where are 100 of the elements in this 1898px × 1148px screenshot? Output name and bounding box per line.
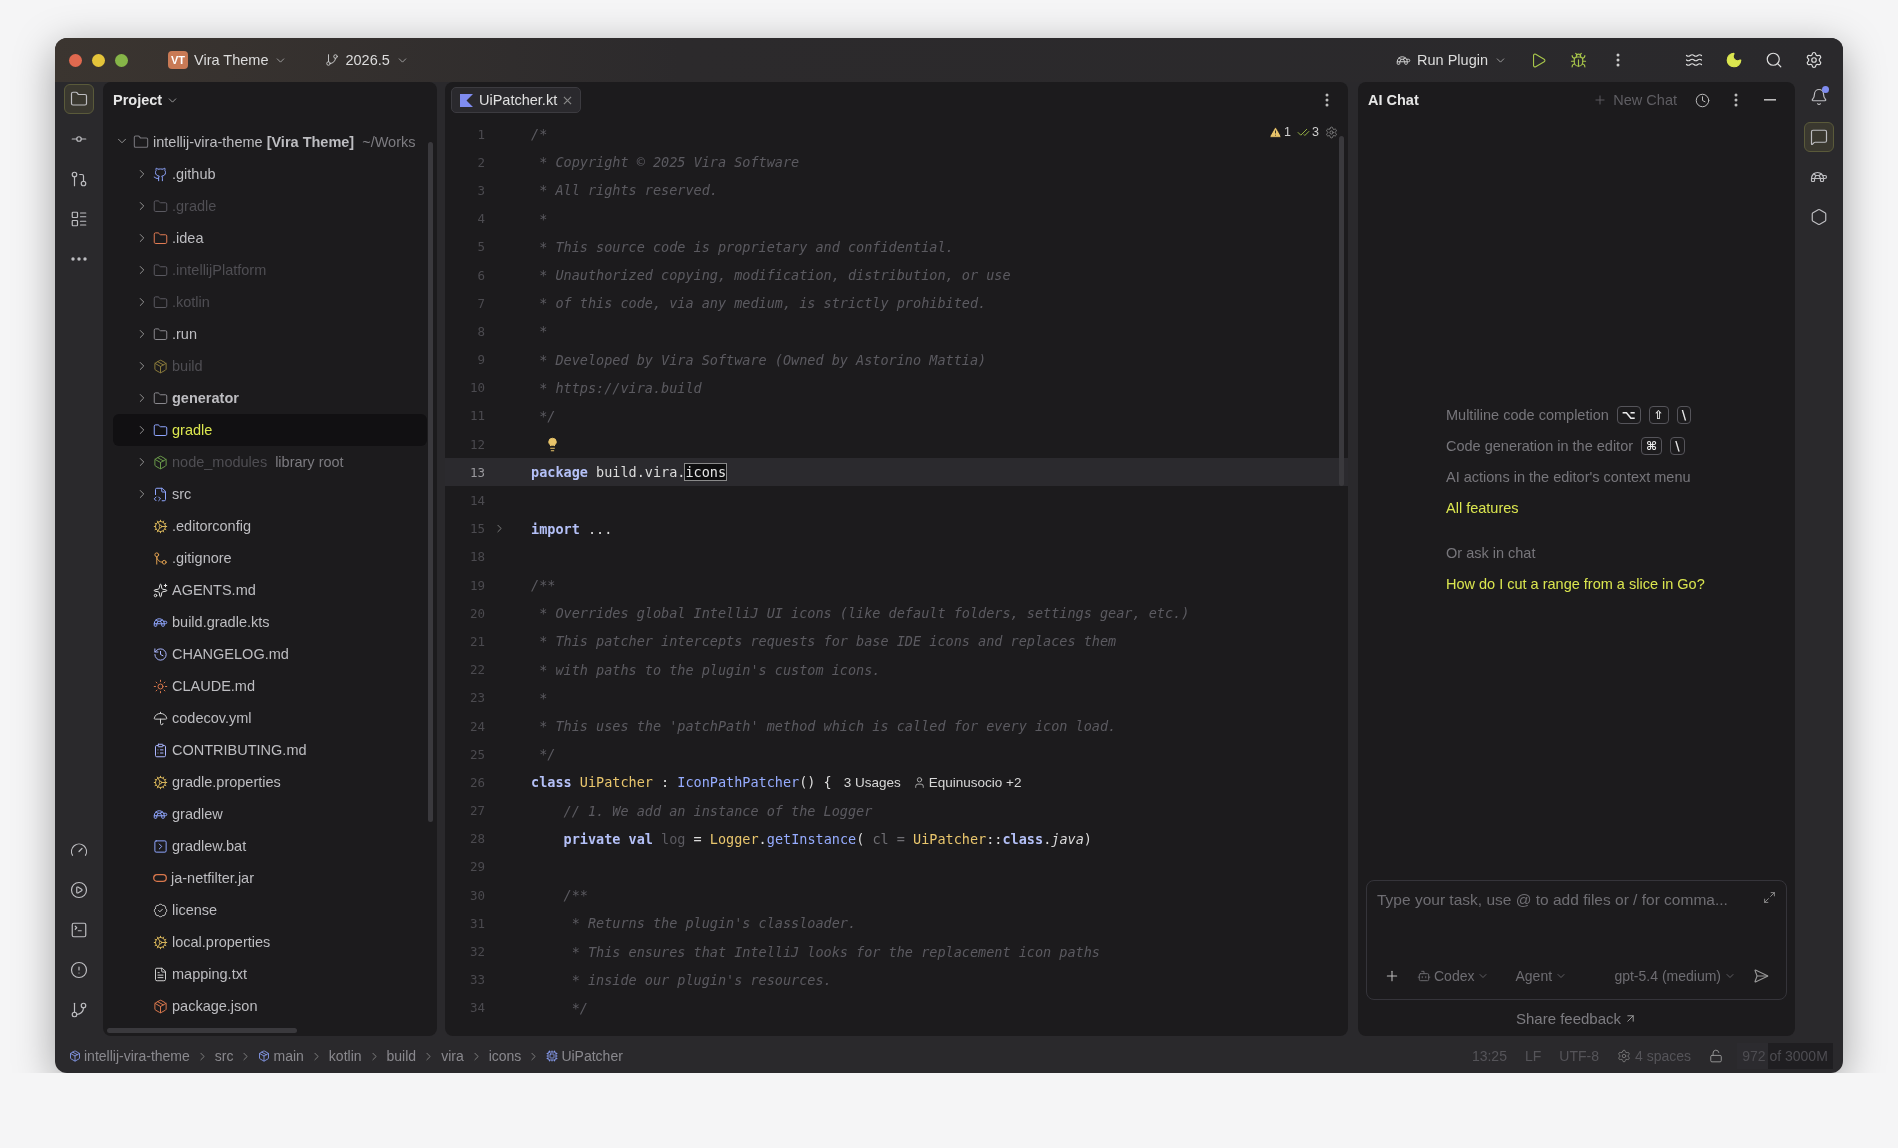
tree-row[interactable]: .github [113,158,427,190]
project-view-selector[interactable]: Project [113,92,180,108]
folder-icon [153,294,168,310]
clock-icon [153,646,168,662]
tree-row[interactable]: package.json [113,990,427,1022]
editor-tab[interactable]: UiPatcher.kt [451,87,582,113]
code-token: = [692,830,703,847]
scrollbar[interactable] [428,142,433,822]
tree-label: AGENTS.md [172,582,256,598]
tree-label: gradle.properties [172,774,281,790]
folder-icon [153,326,168,342]
breadcrumb[interactable]: main [258,1048,304,1064]
code-token: * with paths to the plugin's custom icons. [538,661,881,678]
tree-label: .idea [172,230,204,246]
lock-icon-button[interactable] [1709,1049,1723,1063]
gear-icon [153,518,168,534]
tree-label: build.gradle.kts [172,614,270,630]
suggestion-link[interactable]: How do I cut a range from a slice in Go? [1446,575,1705,592]
scrollbar[interactable] [107,1028,297,1033]
code-token: /* [531,126,548,143]
tree-row[interactable]: generator [113,382,427,414]
minimize-window-icon[interactable] [92,53,105,67]
all-features-link[interactable]: All features [1446,499,1519,516]
kotlin-icon [460,93,473,107]
code-token: * This ensures that IntelliJ looks for the replacement icon paths [570,943,1100,960]
breadcrumb[interactable]: kotlin [328,1048,362,1064]
share-feedback-link[interactable]: Share feedback [1358,1000,1795,1036]
tree-row[interactable]: ja-netfilter.jar [113,862,427,894]
tree-row[interactable]: codecov.yml [113,702,427,734]
tree-row[interactable]: .idea [113,222,427,254]
breadcrumb[interactable]: intellij-vira-theme [69,1048,190,1064]
breadcrumb[interactable]: src [214,1048,234,1064]
close-window-icon[interactable] [69,53,82,67]
tool-window-button[interactable] [1804,122,1834,152]
tool-window-button[interactable] [64,84,94,114]
checks-count[interactable]: 3 [1297,125,1319,139]
code-token: */ [538,746,556,763]
tree-label: generator [172,390,239,406]
breadcrumb[interactable]: build [386,1048,417,1064]
breadcrumb[interactable]: vira [441,1048,464,1064]
folder-icon [153,262,168,278]
panel-title: AI Chat [1368,92,1419,108]
tree-row[interactable]: gradle.properties [113,766,427,798]
more-icon [1616,53,1620,67]
problems-icon [70,961,88,979]
tree-row[interactable]: build.gradle.kts [113,606,427,638]
code-token: class [531,774,572,791]
tree-row[interactable]: gradle [113,414,427,446]
plus-icon [1593,93,1608,107]
tree-row[interactable]: gradlew [113,798,427,830]
folder-icon [153,390,168,406]
tree-row[interactable]: intellij-vira-theme [Vira Theme] ~/Works [113,126,427,158]
minimize-icon [1764,99,1776,101]
tree-row[interactable]: CONTRIBUTING.md [113,734,427,766]
config-icon [1616,1049,1631,1063]
gear-icon [153,934,168,950]
code-token: UiPatcher [578,774,653,791]
package-folder-icon [153,358,168,374]
code-token: package [531,464,588,481]
tree-label: codecov.yml [172,710,252,726]
tree-label: gradlew.bat [172,838,247,854]
tree-label: .github [172,166,216,182]
code-token: log [660,830,686,847]
feature-text: AI actions in the editor's context menu [1446,468,1691,485]
tree-row[interactable]: CLAUDE.md [113,670,427,702]
lock-icon [1709,1049,1723,1063]
tree-row[interactable]: gradlew.bat [113,830,427,862]
scrollbar[interactable] [1339,136,1344,486]
tree-row[interactable]: .run [113,318,427,350]
warning-icon [1269,125,1283,139]
tree-row[interactable]: local.properties [113,926,427,958]
tree-row[interactable]: CHANGELOG.md [113,638,427,670]
gear-icon [153,774,168,790]
tree-row[interactable]: src [113,478,427,510]
code-token: /** [531,577,556,594]
clock-icon [1694,92,1710,108]
breadcrumb[interactable]: icons [488,1048,522,1064]
tree-label: CLAUDE.md [172,678,255,694]
code-token: * All rights reserved. [538,182,718,199]
run-configuration[interactable]: Run Plugin [1390,48,1513,72]
tree-label: mapping.txt [172,966,247,982]
tree-row[interactable]: license [113,894,427,926]
breadcrumb[interactable]: UiPatcher [546,1048,623,1064]
usages-hint[interactable]: 3 Usages [843,774,901,790]
branch-switcher[interactable]: 2026.5 [319,48,415,72]
tree-row[interactable]: mapping.txt [113,958,427,990]
tree-label: gradle [172,422,213,438]
tree-row[interactable]: .editorconfig [113,510,427,542]
zoom-window-icon[interactable] [115,53,128,67]
terminal-icon [70,921,88,939]
jar-icon [153,874,167,882]
tree-row[interactable]: AGENTS.md [113,574,427,606]
code-token: :: [986,830,1003,847]
tree-label: .gitignore [172,550,232,566]
warnings-count[interactable]: 1 [1269,125,1292,139]
bot-icon [1417,969,1431,983]
structure-icon [70,210,88,228]
tree-row[interactable]: .gitignore [113,542,427,574]
project-switcher[interactable]: VT Vira Theme [162,47,294,73]
code-token: import [531,520,580,537]
